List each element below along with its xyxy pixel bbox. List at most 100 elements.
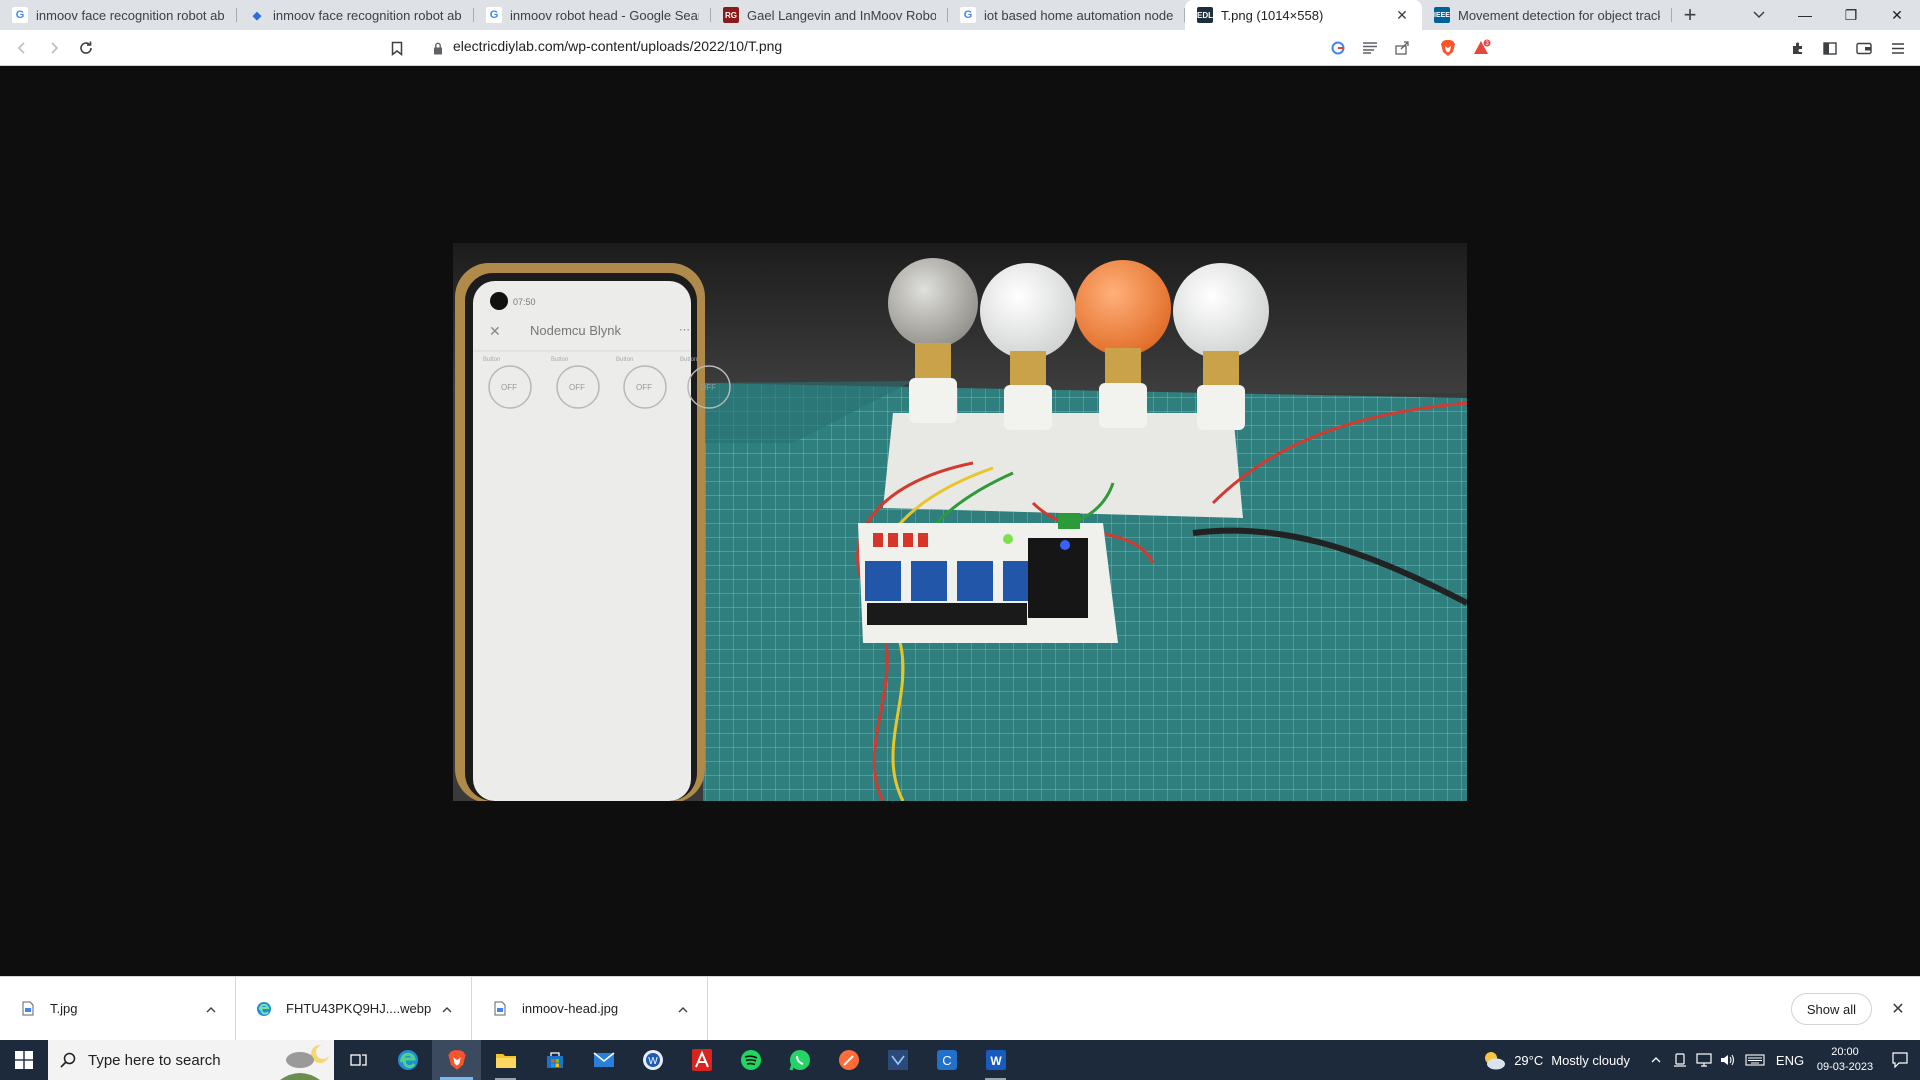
- svg-text:W: W: [990, 1054, 1002, 1068]
- download-item[interactable]: T.jpg: [0, 976, 236, 1041]
- spotify-icon: [740, 1050, 761, 1070]
- relay-board: [858, 513, 1118, 643]
- tab-title: Movement detection for object track: [1458, 7, 1660, 23]
- back-button[interactable]: [6, 34, 38, 62]
- tab-4[interactable]: RG Gael Langevin and InMoov Robot: [711, 0, 948, 30]
- w-circle-icon: W: [642, 1050, 663, 1070]
- svg-text:✕: ✕: [489, 323, 501, 339]
- tab-search-button[interactable]: [1736, 0, 1782, 30]
- close-shelf-button[interactable]: ✕: [1886, 997, 1910, 1021]
- language-indicator[interactable]: ENG: [1770, 1040, 1810, 1080]
- bookmark-button[interactable]: [386, 35, 408, 61]
- postman-taskbar-app[interactable]: [824, 1040, 873, 1080]
- folder-icon: [495, 1054, 516, 1068]
- tab-5[interactable]: G iot based home automation nodemcu: [948, 0, 1185, 30]
- address-bar[interactable]: electricdiylab.com/wp-content/uploads/20…: [453, 38, 782, 54]
- reload-icon: [80, 41, 92, 54]
- tab-title: inmoov robot head - Google Search: [510, 7, 699, 23]
- new-tab-button[interactable]: +: [1672, 0, 1708, 30]
- notification-center-button[interactable]: [1880, 1040, 1920, 1080]
- reader-mode-icon[interactable]: [1356, 34, 1384, 62]
- svg-text:C: C: [942, 1053, 951, 1068]
- search-highlight-illustration: [280, 1045, 330, 1080]
- arrow-right-icon: [51, 41, 59, 54]
- chevron-up-icon[interactable]: [673, 1002, 693, 1016]
- brave-taskbar-app[interactable]: [432, 1040, 481, 1080]
- start-button[interactable]: [0, 1040, 48, 1080]
- chevron-up-icon[interactable]: [437, 1002, 457, 1016]
- tab-close-icon[interactable]: ✕: [1394, 7, 1410, 24]
- tab-3[interactable]: G inmoov robot head - Google Search: [474, 0, 711, 30]
- clock[interactable]: 20:00 09-03-2023: [1810, 1045, 1880, 1075]
- c-app-taskbar-app[interactable]: C: [922, 1040, 971, 1080]
- chevron-down-icon: [1753, 11, 1765, 19]
- google-icon: G: [486, 7, 502, 23]
- tab-title: inmoov face recognition robot abstra: [273, 7, 462, 23]
- clock-date: 09-03-2023: [1816, 1061, 1874, 1073]
- wallet-icon[interactable]: [1850, 34, 1878, 62]
- bookmark-icon: [391, 41, 403, 56]
- brave-rewards-icon[interactable]: 3: [1468, 34, 1496, 62]
- maximize-button[interactable]: ❐: [1828, 0, 1874, 30]
- volume-icon[interactable]: [1716, 1040, 1740, 1080]
- tab-7[interactable]: IEEE Movement detection for object track: [1422, 0, 1672, 30]
- sidebar-icon[interactable]: [1816, 34, 1844, 62]
- chevron-up-icon[interactable]: [201, 1002, 221, 1016]
- google-lens-icon[interactable]: [1324, 34, 1352, 62]
- vscode-taskbar-app[interactable]: [873, 1040, 922, 1080]
- cloudy-weather-icon: [1485, 1052, 1506, 1070]
- download-filename: inmoov-head.jpg: [522, 1001, 619, 1016]
- minimize-button[interactable]: —: [1782, 0, 1828, 30]
- share-icon[interactable]: [1388, 34, 1416, 62]
- extensions-icon[interactable]: [1784, 34, 1812, 62]
- download-item[interactable]: inmoov-head.jpg: [472, 976, 708, 1041]
- edge-file-icon: [256, 1001, 272, 1017]
- weather-widget[interactable]: 29°C Mostly cloudy: [1482, 1050, 1630, 1070]
- ieee-icon: IEEE: [1434, 7, 1450, 23]
- whatsapp-taskbar-app[interactable]: [775, 1040, 824, 1080]
- displayed-image[interactable]: 07:50 ✕ Nodemcu Blynk ⋯ Button Button Bu…: [453, 243, 1467, 801]
- acrobat-taskbar-app[interactable]: [677, 1040, 726, 1080]
- search-icon: [60, 1052, 76, 1068]
- close-window-button[interactable]: ✕: [1874, 0, 1920, 30]
- word-mobile-taskbar-app[interactable]: W: [628, 1040, 677, 1080]
- edge-taskbar-app[interactable]: [383, 1040, 432, 1080]
- site-favicon-icon: EDL: [1197, 7, 1213, 23]
- home-automation-photo: 07:50 ✕ Nodemcu Blynk ⋯ Button Button Bu…: [453, 243, 1467, 801]
- download-filename: T.jpg: [50, 1001, 78, 1016]
- researchgate-icon: RG: [723, 7, 739, 23]
- task-view-button[interactable]: [334, 1040, 383, 1080]
- word-taskbar-app[interactable]: W: [971, 1040, 1020, 1080]
- phone-button-label: OFF: [636, 383, 652, 392]
- reload-button[interactable]: [70, 34, 102, 62]
- spotify-taskbar-app[interactable]: [726, 1040, 775, 1080]
- tab-title: Gael Langevin and InMoov Robot: [747, 7, 936, 23]
- windows-logo-icon: [15, 1051, 33, 1069]
- meet-now-icon[interactable]: [1668, 1040, 1692, 1080]
- store-taskbar-app[interactable]: [530, 1040, 579, 1080]
- tab-title: T.png (1014×558): [1221, 7, 1324, 23]
- keyboard-icon[interactable]: [1740, 1040, 1770, 1080]
- search-placeholder: Type here to search: [88, 1051, 221, 1069]
- svg-text:W: W: [648, 1056, 658, 1067]
- tab-6-active[interactable]: EDL T.png (1014×558) ✕: [1185, 0, 1422, 30]
- mail-icon: [593, 1052, 614, 1067]
- taskbar-search[interactable]: Type here to search: [48, 1040, 334, 1080]
- task-view-icon: [349, 1054, 367, 1066]
- lock-icon[interactable]: [430, 36, 446, 60]
- forward-button[interactable]: [38, 34, 70, 62]
- menu-icon[interactable]: [1884, 34, 1912, 62]
- tab-title: iot based home automation nodemcu: [984, 7, 1173, 23]
- phone-status-time: 07:50: [513, 297, 536, 307]
- google-icon: G: [12, 7, 28, 23]
- brave-shields-icon[interactable]: [1434, 34, 1462, 62]
- tab-1[interactable]: G inmoov face recognition robot abstra: [0, 0, 237, 30]
- mail-taskbar-app[interactable]: [579, 1040, 628, 1080]
- download-item[interactable]: FHTU43PKQ9HJ....webp: [236, 976, 472, 1041]
- file-explorer-taskbar-app[interactable]: [481, 1040, 530, 1080]
- network-icon[interactable]: [1692, 1040, 1716, 1080]
- show-all-button[interactable]: Show all: [1790, 993, 1872, 1025]
- tab-title: inmoov face recognition robot abstra: [36, 7, 225, 23]
- show-hidden-icons-button[interactable]: [1644, 1040, 1668, 1080]
- tab-2[interactable]: ◆ inmoov face recognition robot abstra: [237, 0, 474, 30]
